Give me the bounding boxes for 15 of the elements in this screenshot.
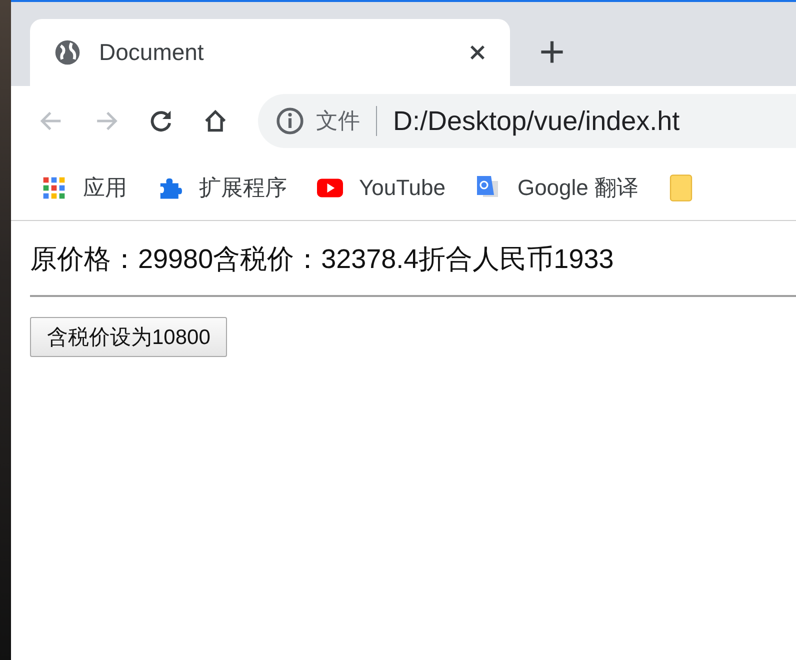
price-text: 原价格：29980含税价：32378.4折合人民币1933 [30,243,615,276]
bookmark-item[interactable]: 应用 [41,173,127,203]
close-icon[interactable] [469,44,486,61]
bookmark-item[interactable]: YouTube [317,175,446,201]
set-price-button[interactable]: 含税价设为10800 [30,317,228,357]
play-icon [317,176,343,200]
browser-tab[interactable]: Document [30,19,510,86]
address-bar[interactable]: 文件 D:/Desktop/vue/index.ht [258,94,796,148]
grid-icon [41,176,67,200]
info-icon [276,107,304,135]
bookmark-item[interactable]: 扩展程序 [157,173,287,203]
url-text: D:/Desktop/vue/index.ht [393,106,680,136]
bookmark-item[interactable]: Google 翻译 [475,173,639,203]
security-label: 文件 [316,107,360,135]
new-tab-icon[interactable] [540,40,564,64]
